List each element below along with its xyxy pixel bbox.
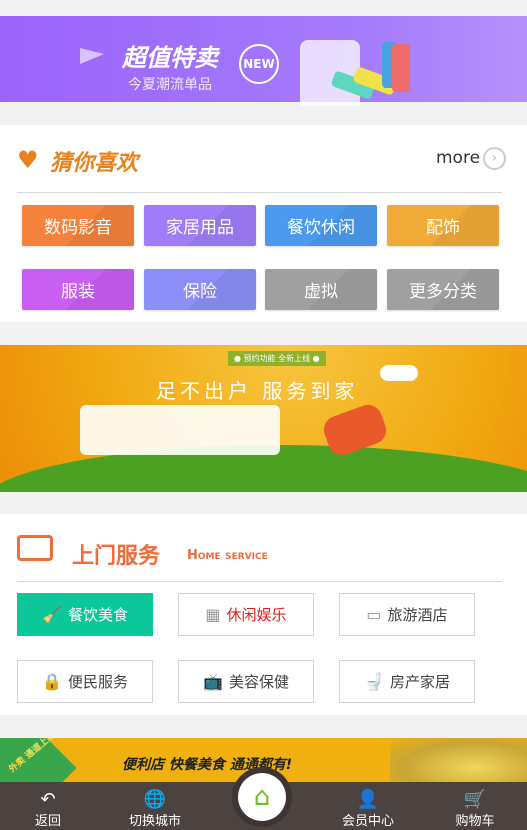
air-conditioner-icon: ▭	[366, 605, 382, 624]
battery-illustration	[80, 405, 280, 455]
back-arrow-icon: ↶	[40, 789, 56, 810]
category-button[interactable]: 服装	[22, 269, 134, 310]
user-icon: 👤	[356, 789, 380, 810]
service-item[interactable]: 🚽 房产家居	[339, 660, 475, 703]
cart-icon: 🛒	[463, 789, 487, 810]
new-badge: NEW	[239, 44, 279, 84]
divider	[17, 192, 502, 193]
globe-icon: 🌐	[143, 789, 167, 810]
service-item[interactable]: 🔒 便民服务	[17, 660, 153, 703]
nav-label: 切换城市	[128, 814, 181, 829]
service-label: 休闲娱乐	[226, 606, 287, 624]
promo-subtitle: 今夏潮流单品	[128, 77, 212, 93]
garment-bag-image	[300, 40, 360, 106]
service-item[interactable]: 📺 美容保健	[178, 660, 314, 703]
more-link[interactable]: more	[436, 148, 480, 168]
service-label: 房产家居	[389, 673, 450, 691]
food-image	[390, 738, 527, 788]
service-item[interactable]: ▦ 休闲娱乐	[178, 593, 314, 636]
tv-icon: 📺	[203, 672, 223, 691]
home-button[interactable]: ⌂	[232, 767, 292, 827]
service-label: 便民服务	[67, 673, 128, 691]
banner-tag: ● 预约功能 全新上线 ●	[228, 351, 326, 366]
category-button[interactable]: 保险	[144, 269, 256, 310]
category-button[interactable]: 数码影音	[22, 205, 134, 246]
promo-title: 超值特卖	[122, 44, 218, 72]
grid-icon: ▦	[205, 605, 221, 624]
nav-item[interactable]: 👤 会员中心	[328, 782, 408, 830]
nav-label: 购物车	[455, 814, 495, 829]
banner-title: 足不出户 服务到家	[156, 379, 359, 403]
lock-icon: 🔒	[42, 672, 62, 691]
truck-icon	[17, 535, 53, 561]
home-service-banner[interactable]: ● 预约功能 全新上线 ● 足不出户 服务到家	[0, 345, 527, 492]
paper-plane-icon	[80, 48, 104, 64]
toilet-icon: 🚽	[364, 672, 384, 691]
category-button[interactable]: 家居用品	[144, 205, 256, 246]
section-title: 上门服务	[72, 544, 161, 569]
category-button[interactable]: 更多分类	[387, 269, 499, 310]
category-button[interactable]: 虚拟	[265, 269, 377, 310]
divider	[17, 581, 502, 582]
nav-item[interactable]: ↶ 返回	[8, 782, 88, 830]
category-button[interactable]: 餐饮休闲	[265, 205, 377, 246]
service-label: 餐饮美食	[67, 606, 128, 624]
nav-label: 会员中心	[341, 814, 394, 829]
section-subtitle: Home service	[187, 548, 268, 563]
service-item[interactable]: 🧹 餐饮美食	[17, 593, 153, 636]
heart-icon: ♥	[17, 146, 39, 174]
cloud-illustration	[380, 365, 418, 381]
category-button[interactable]: 配饰	[387, 205, 499, 246]
home-icon: ⌂	[238, 773, 286, 821]
chevron-right-icon[interactable]: ›	[483, 147, 506, 170]
broom-icon: 🧹	[42, 605, 62, 624]
promo-banner[interactable]: 超值特卖 今夏潮流单品 NEW	[0, 16, 527, 106]
nav-item[interactable]: 🌐 切换城市	[115, 782, 195, 830]
nav-label: 返回	[34, 814, 61, 829]
roll-image	[392, 44, 410, 92]
section-title: 猜你喜欢	[50, 151, 139, 176]
service-label: 旅游酒店	[387, 606, 448, 624]
nav-item[interactable]: 🛒 购物车	[435, 782, 515, 830]
service-label: 美容保健	[228, 673, 289, 691]
service-item[interactable]: ▭ 旅游酒店	[339, 593, 475, 636]
